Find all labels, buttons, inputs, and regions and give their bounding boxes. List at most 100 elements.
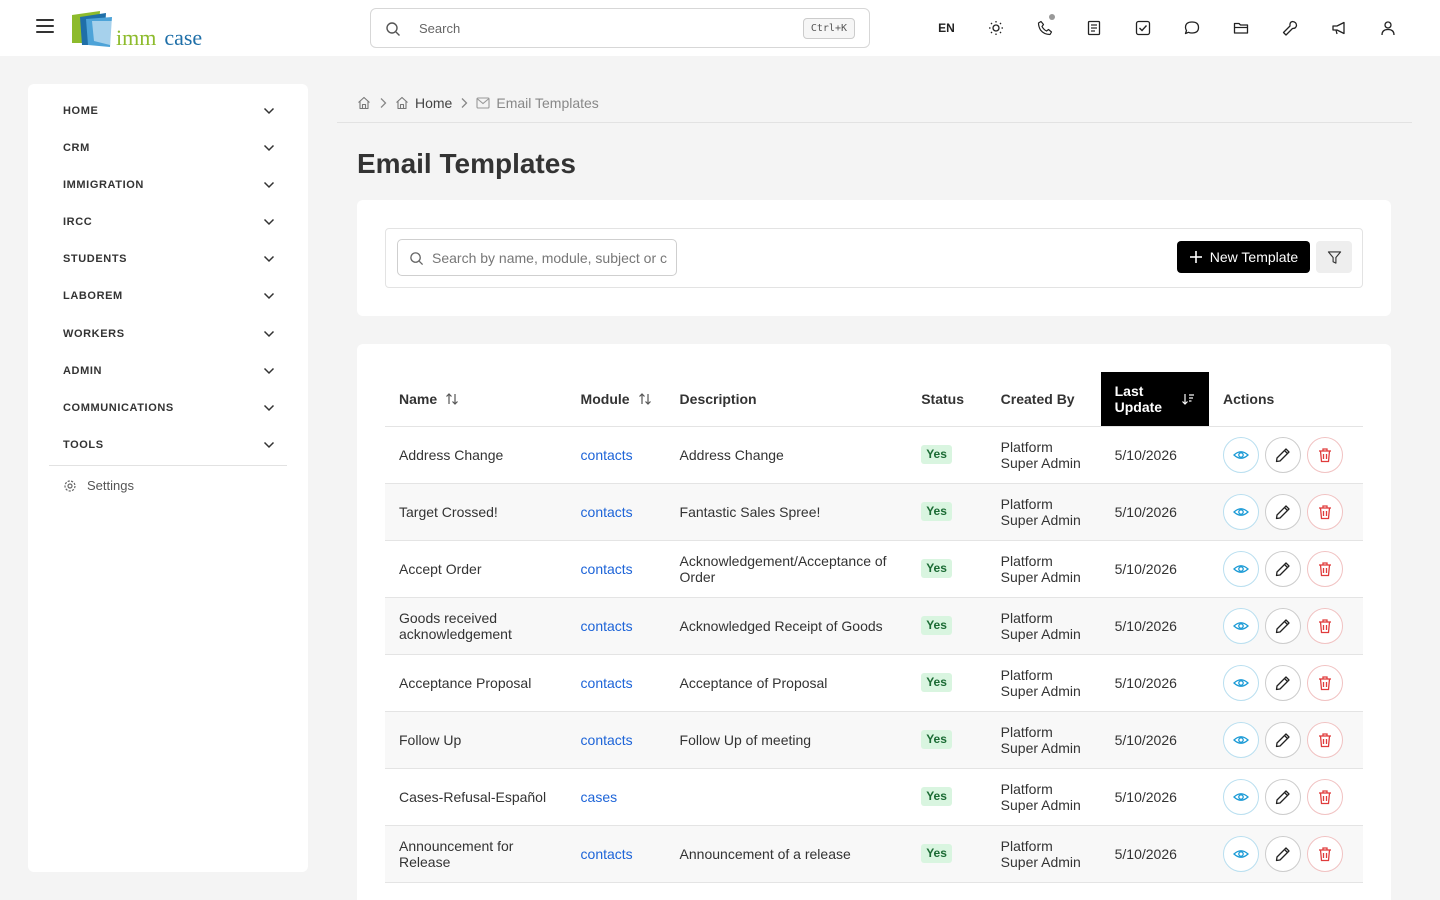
home-icon[interactable] [357, 96, 371, 110]
edit-button[interactable] [1264, 778, 1301, 815]
logo[interactable]: imm case [70, 11, 210, 50]
view-button[interactable] [1222, 664, 1259, 701]
column-header-name[interactable]: Name [385, 372, 567, 426]
table-row[interactable]: Acceptance Proposal contacts Acceptance of… [385, 653, 1363, 711]
delete-button[interactable] [1306, 436, 1343, 473]
cell-name: Address Change [385, 425, 567, 483]
cell-name: Accept Order [385, 539, 567, 597]
delete-button[interactable] [1306, 778, 1343, 815]
sidebar-item-communications[interactable]: COMMUNICATIONS [63, 396, 275, 420]
column-header-last-update[interactable]: Last Update [1100, 372, 1209, 426]
documents-button[interactable] [1216, 12, 1265, 44]
edit-button[interactable] [1264, 550, 1301, 587]
module-link[interactable]: contacts [581, 846, 633, 862]
cell-description: Follow Up of meeting [665, 710, 908, 768]
sidebar-divider [49, 465, 287, 466]
table-row[interactable]: Accept Order contacts Acknowledgement/Acce… [385, 539, 1363, 597]
cell-name [385, 881, 567, 900]
filter-button[interactable] [1316, 241, 1352, 273]
breadcrumb-home[interactable]: Home [395, 95, 452, 111]
profile-button[interactable] [1363, 12, 1412, 44]
delete-button[interactable] [1306, 493, 1343, 530]
view-button[interactable] [1222, 493, 1259, 530]
module-link[interactable]: contacts [581, 561, 633, 577]
view-button[interactable] [1222, 436, 1259, 473]
calls-button[interactable] [1020, 12, 1069, 44]
table-row[interactable]: Goods received acknowledgement contacts Ac… [385, 596, 1363, 654]
table-row[interactable]: Follow Up contacts Follow Up of meeting Yes… [385, 710, 1363, 768]
created-by-line-1: Platform [1000, 837, 1053, 854]
edit-button[interactable] [1264, 607, 1301, 644]
tools-button[interactable] [1265, 12, 1314, 44]
edit-button[interactable] [1264, 664, 1301, 701]
chevron-down-icon [263, 292, 275, 300]
module-link[interactable]: cases [581, 789, 618, 805]
edit-button[interactable] [1264, 721, 1301, 758]
template-search-field[interactable] [397, 239, 677, 276]
sort-icon[interactable] [445, 392, 459, 406]
module-link[interactable]: contacts [581, 504, 633, 520]
view-button[interactable] [1222, 607, 1259, 644]
view-button[interactable] [1222, 550, 1259, 587]
trash-icon [1317, 675, 1333, 691]
global-search-input[interactable]: Search Ctrl+K [370, 8, 870, 48]
edit-button[interactable] [1264, 835, 1301, 872]
view-button[interactable] [1222, 721, 1259, 758]
tasks-button[interactable] [1118, 12, 1167, 44]
gear-icon [64, 479, 76, 492]
table-row[interactable]: Address Change contacts Address Change Yes P… [385, 425, 1363, 483]
sidebar-item-label: WORKERS [63, 328, 125, 340]
chevron-down-icon [263, 218, 275, 226]
sidebar-item-home[interactable]: HOME [63, 99, 275, 123]
sidebar-item-tools[interactable]: TOOLS [63, 433, 275, 457]
sidebar-item-settings[interactable]: Settings [63, 478, 134, 493]
sidebar-item-students[interactable]: STUDENTS [63, 247, 275, 271]
table-row[interactable]: Announcement for Release contacts Announce… [385, 824, 1363, 882]
menu-icon[interactable] [36, 19, 54, 33]
module-link[interactable]: contacts [581, 618, 633, 634]
sidebar-item-laborem[interactable]: LABOREM [63, 284, 275, 308]
cell-name: Announcement for Release [385, 824, 567, 882]
delete-button[interactable] [1306, 607, 1343, 644]
filter-icon [1327, 250, 1341, 264]
theme-toggle-button[interactable] [971, 12, 1020, 44]
notes-button[interactable] [1069, 12, 1118, 44]
cell-last-update: 5/10/2026 [1100, 539, 1209, 597]
trash-icon [1317, 447, 1333, 463]
created-by-line-1: Platform [1000, 780, 1053, 797]
sidebar-item-crm[interactable]: CRM [63, 136, 275, 160]
column-header-module[interactable]: Module [567, 372, 666, 426]
new-template-button[interactable]: New Template [1177, 241, 1310, 273]
delete-button[interactable] [1306, 835, 1343, 872]
cell-actions [1208, 767, 1363, 825]
edit-button[interactable] [1264, 436, 1301, 473]
cell-status: Yes [907, 482, 987, 540]
view-button[interactable] [1222, 778, 1259, 815]
table-row[interactable]: Platf [385, 881, 1363, 900]
language-selector[interactable]: EN [922, 21, 971, 35]
edit-button[interactable] [1264, 493, 1301, 530]
module-link[interactable]: contacts [581, 675, 633, 691]
table-row[interactable]: Target Crossed! contacts Fantastic Sales S… [385, 482, 1363, 540]
sort-icon[interactable] [638, 392, 652, 406]
delete-button[interactable] [1306, 664, 1343, 701]
sidebar-item-immigration[interactable]: IMMIGRATION [63, 173, 275, 197]
cell-status: Yes [907, 425, 987, 483]
cell-actions [1208, 653, 1363, 711]
sidebar-item-workers[interactable]: WORKERS [63, 322, 275, 346]
module-link[interactable]: contacts [581, 732, 633, 748]
sidebar-item-admin[interactable]: ADMIN [63, 359, 275, 383]
view-button[interactable] [1222, 835, 1259, 872]
logo-text: imm case [116, 25, 202, 51]
delete-button[interactable] [1306, 721, 1343, 758]
pencil-icon [1275, 732, 1291, 748]
sort-descending-icon[interactable] [1181, 392, 1195, 406]
sidebar-item-ircc[interactable]: IRCC [63, 210, 275, 234]
messages-button[interactable] [1167, 12, 1216, 44]
template-search-input[interactable] [432, 240, 672, 275]
cell-actions [1208, 482, 1363, 540]
module-link[interactable]: contacts [581, 447, 633, 463]
delete-button[interactable] [1306, 550, 1343, 587]
announcements-button[interactable] [1314, 12, 1363, 44]
table-row[interactable]: Cases-Refusal-Español cases Yes Platform Sup… [385, 767, 1363, 825]
